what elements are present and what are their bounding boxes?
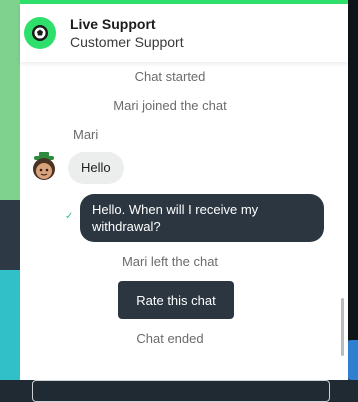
background-page-right: [348, 0, 358, 380]
soccer-ball-icon: [24, 17, 56, 49]
system-message-chat-started: Chat started: [134, 69, 206, 84]
chat-widget: Live Support Customer Support Chat start…: [20, 0, 348, 402]
chat-header: Live Support Customer Support: [20, 4, 348, 62]
scrollbar[interactable]: [341, 298, 344, 356]
header-text: Live Support Customer Support: [70, 15, 184, 51]
agent-message-bubble: Hello: [68, 152, 124, 184]
user-message-bubble: Hello. When will I receive my withdrawal…: [80, 194, 324, 242]
background-section: [0, 0, 20, 200]
agent-avatar: [30, 151, 58, 183]
background-page-left: [0, 0, 20, 380]
system-message-chat-ended: Chat ended: [136, 331, 204, 346]
agent-name: Mari: [73, 127, 99, 142]
chat-title: Live Support: [70, 16, 156, 32]
rate-chat-button[interactable]: Rate this chat: [118, 281, 234, 319]
message-input[interactable]: [32, 380, 330, 402]
chat-subtitle: Customer Support: [70, 34, 184, 50]
check-icon: ✓: [65, 211, 74, 222]
system-message-agent-joined: Mari joined the chat: [113, 98, 227, 113]
background-section: [0, 270, 20, 380]
system-message-agent-left: Mari left the chat: [121, 254, 219, 269]
background-section: [0, 200, 20, 270]
